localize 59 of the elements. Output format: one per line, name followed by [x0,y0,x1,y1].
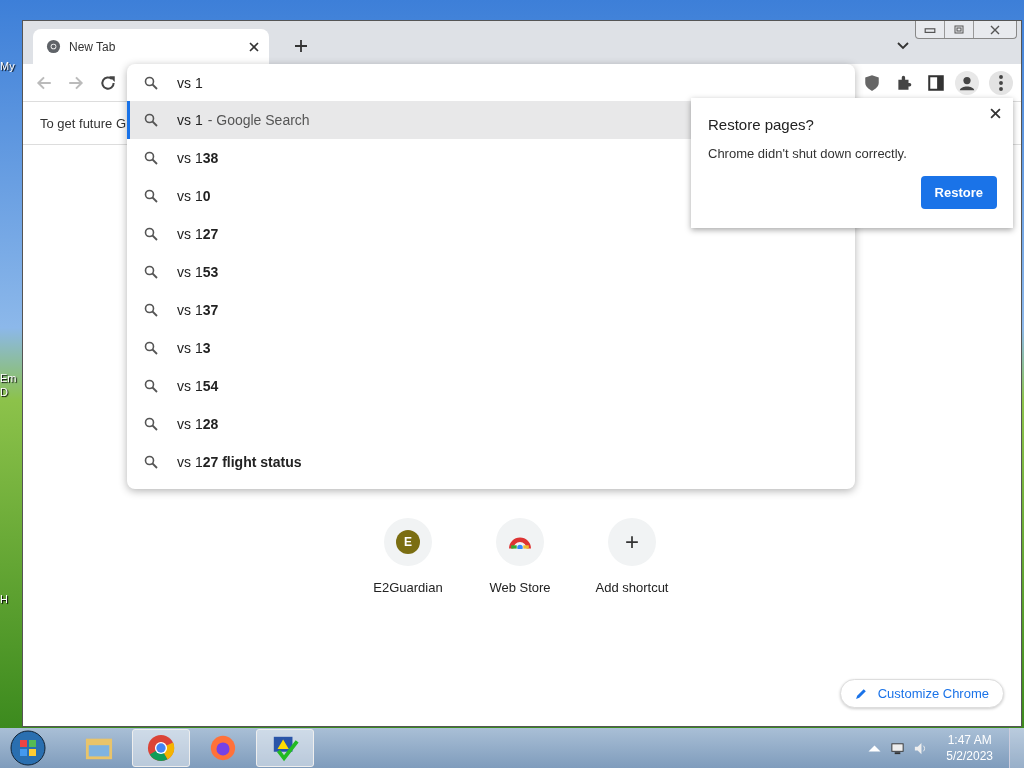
popup-message: Chrome didn't shut down correctly. [708,146,908,161]
shortcut-tile[interactable]: + Add shortcut [584,518,680,595]
search-icon [144,113,158,127]
suggestion-item[interactable]: vs 137 [127,291,855,329]
fox-globe-icon [209,734,237,762]
suggestion-item[interactable]: vs 128 [127,405,855,443]
search-icon [144,151,158,165]
close-icon[interactable] [990,108,1001,119]
pencil-icon [854,687,868,700]
shield-icon[interactable] [863,73,881,92]
plus-sign: + [625,528,639,556]
search-icon [144,417,158,431]
suggestion-item[interactable]: vs 127 [127,215,855,253]
search-icon [144,189,158,203]
shortcut-tile[interactable]: E E2Guardian [360,518,456,595]
shortcut-label: E2Guardian [373,580,443,595]
search-icon [144,379,158,393]
shortcut-tile[interactable]: Web Store [472,518,568,595]
warning-checkmark-icon [271,734,299,762]
restore-button[interactable]: Restore [920,176,997,209]
reload-icon[interactable] [99,73,117,92]
tab-title: New Tab [69,39,117,54]
suggestion-item[interactable]: vs 153 [127,253,855,291]
shortcut-label: Add shortcut [595,580,669,595]
customize-chrome-button[interactable]: Customize Chrome [839,679,1004,708]
clock-date: 5/2/2023 [946,748,993,764]
search-icon [144,75,158,90]
popup-title: Restore pages? [708,116,814,133]
new-tab-icon[interactable] [295,40,307,52]
chrome-logo-icon [46,39,61,54]
rainbow-icon [509,535,531,549]
start-orb-icon[interactable] [10,730,46,766]
search-icon [144,265,158,279]
maximize-icon [953,24,965,35]
chevron-down-icon[interactable] [897,42,909,50]
clock-time: 1:47 AM [947,732,992,748]
shortcut-label: Web Store [489,580,551,595]
address-text: vs 1 [177,74,203,91]
network-icon[interactable] [890,740,906,756]
search-icon [144,455,158,469]
infobar-text: To get future G [40,115,126,131]
letter-avatar: E [396,530,420,554]
search-icon [144,341,158,355]
close-icon [989,24,1001,35]
side-panel-icon[interactable] [927,73,945,92]
taskbar-app-button[interactable] [132,729,190,767]
address-field[interactable]: vs 1 [127,64,855,101]
suggestion-item[interactable]: vs 13 [127,329,855,367]
search-icon [144,303,158,317]
suggestion-item[interactable]: vs 127 flight status [127,443,855,481]
chrome-logo-icon [147,734,175,762]
menu-icon[interactable] [989,70,1013,95]
puzzle-piece-icon[interactable] [895,73,913,92]
profile-icon[interactable] [955,70,979,95]
close-icon[interactable] [249,41,259,52]
suggestion-item[interactable]: vs 154 [127,367,855,405]
browser-tab[interactable]: New Tab [33,29,269,64]
taskbar-app-button[interactable] [256,729,314,767]
search-icon [144,227,158,241]
